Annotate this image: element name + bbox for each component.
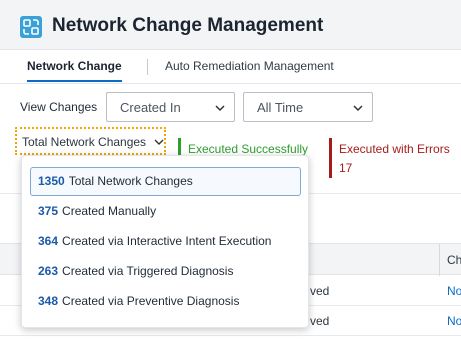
menu-item-total-network-changes[interactable]: 1350 Total Network Changes [30,167,301,196]
menu-item-label: Created via Preventive Diagnosis [62,294,240,308]
executed-successfully-label: Executed Successfully [188,142,309,156]
table-cell-status: ved [310,314,330,328]
created-in-select[interactable]: Created In [106,92,235,122]
menu-item-created-manually[interactable]: 375 Created Manually [30,197,301,226]
menu-item-count: 364 [38,234,59,248]
view-changes-label: View Changes [20,100,98,114]
menu-item-created-via-triggered-diagnosis[interactable]: 263 Created via Triggered Diagnosis [30,257,301,286]
total-changes-dropdown-menu: 1350 Total Network Changes 375 Created Man… [21,155,309,328]
menu-item-created-via-interactive-intent-execution[interactable]: 364 Created via Interactive Intent Execut… [30,227,301,256]
menu-item-count: 1350 [38,174,65,188]
tab-bar: Network Change Auto Remediation Manageme… [0,50,461,84]
chevron-down-icon [215,105,225,112]
menu-item-created-via-preventive-diagnosis[interactable]: 348 Created via Preventive Diagnosis [30,287,301,316]
column-header: Ch [447,253,461,267]
total-changes-dropdown[interactable]: Total Network Changes [15,127,166,155]
network-change-icon [20,16,42,38]
chevron-down-icon [154,139,164,145]
executed-with-errors-label: Executed with Errors [339,142,450,156]
page-title: Network Change Management [52,15,324,36]
time-range-select-value: All Time [257,100,304,115]
executed-with-errors-stat[interactable]: Executed with Errors 17 [329,138,450,178]
menu-item-label: Created Manually [62,204,157,218]
menu-item-label: Total Network Changes [68,174,193,188]
total-changes-dropdown-value: Total Network Changes [22,135,147,149]
table-cell-link[interactable]: No [447,284,461,298]
tab-network-change[interactable]: Network Change [27,59,122,82]
created-in-select-value: Created In [120,100,181,115]
app-header: Network Change Management [0,0,461,50]
column-divider [439,244,440,276]
menu-item-count: 348 [38,294,59,308]
tab-divider [147,59,148,75]
filter-row: View Changes Created In All Time [0,92,461,122]
menu-item-count: 375 [38,204,59,218]
chevron-down-icon [353,105,363,112]
menu-item-label: Created via Interactive Intent Execution [62,234,272,248]
time-range-select[interactable]: All Time [243,92,373,122]
tab-auto-remediation-management[interactable]: Auto Remediation Management [165,59,334,73]
menu-item-count: 263 [38,264,59,278]
table-cell-link[interactable]: No [447,314,461,328]
executed-with-errors-count: 17 [339,161,353,175]
menu-item-label: Created via Triggered Diagnosis [62,264,234,278]
table-cell-status: ved [310,284,330,298]
